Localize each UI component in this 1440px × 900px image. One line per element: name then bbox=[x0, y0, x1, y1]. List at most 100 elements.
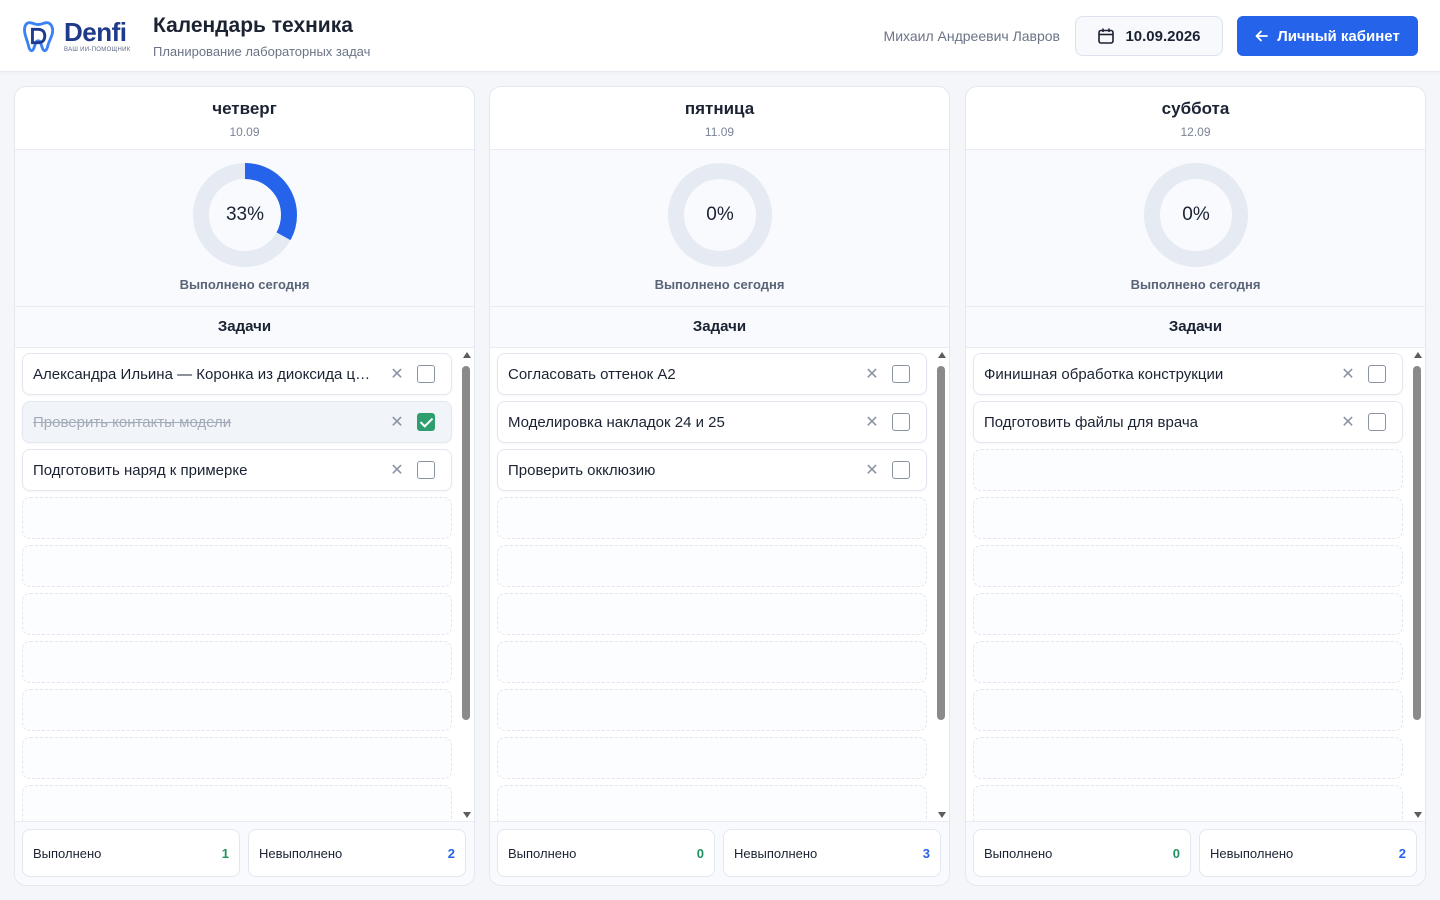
scrollbar-thumb[interactable] bbox=[1413, 366, 1421, 720]
day-name: суббота bbox=[1161, 99, 1230, 118]
empty-task-slot[interactable] bbox=[973, 689, 1403, 731]
not-done-count: 3 bbox=[922, 845, 930, 861]
task-checkbox[interactable] bbox=[1368, 365, 1386, 383]
task-item[interactable]: Согласовать оттенок A2 ✕ bbox=[497, 353, 927, 395]
close-icon[interactable]: ✕ bbox=[862, 412, 882, 432]
scrollbar-thumb[interactable] bbox=[937, 366, 945, 720]
task-item[interactable]: Финишная обработка конструкции ✕ bbox=[973, 353, 1403, 395]
stats-footer: Выполнено 0 Невыполнено 2 bbox=[966, 821, 1425, 885]
day-name: пятница bbox=[684, 99, 755, 118]
progress-percent: 33% bbox=[225, 204, 265, 225]
date-picker-button[interactable]: 10.09.2026 bbox=[1075, 16, 1223, 56]
close-icon[interactable]: ✕ bbox=[862, 460, 882, 480]
task-text[interactable]: Моделировка накладок 24 и 25 bbox=[508, 414, 862, 431]
task-item[interactable]: Моделировка накладок 24 и 25 ✕ bbox=[497, 401, 927, 443]
empty-task-slot[interactable] bbox=[973, 737, 1403, 779]
not-done-count: 2 bbox=[1398, 845, 1406, 861]
task-checkbox[interactable] bbox=[417, 461, 435, 479]
scrollbar[interactable] bbox=[461, 348, 473, 822]
task-text[interactable]: Подготовить файлы для врача bbox=[984, 414, 1338, 431]
close-icon[interactable]: ✕ bbox=[387, 460, 407, 480]
empty-task-slot[interactable] bbox=[22, 545, 452, 587]
day-header: четверг 10.09 bbox=[15, 87, 474, 150]
task-item[interactable]: Проверить окклюзию ✕ bbox=[497, 449, 927, 491]
empty-task-slot[interactable] bbox=[22, 689, 452, 731]
close-icon[interactable]: ✕ bbox=[387, 364, 407, 384]
task-list-container: Согласовать оттенок A2 ✕ Моделировка нак… bbox=[490, 348, 949, 822]
scroll-up-icon[interactable] bbox=[938, 352, 946, 358]
tasks-header: Задачи bbox=[15, 307, 474, 348]
done-count: 1 bbox=[221, 845, 229, 861]
day-header: суббота 12.09 bbox=[966, 87, 1425, 150]
empty-task-slot[interactable] bbox=[973, 593, 1403, 635]
task-list-container: Александра Ильина — Коронка из диоксида … bbox=[15, 348, 474, 822]
progress-ring: 33% bbox=[192, 162, 298, 268]
arrow-left-icon bbox=[1255, 30, 1269, 42]
empty-task-slot[interactable] bbox=[497, 545, 927, 587]
personal-cabinet-button[interactable]: Личный кабинет bbox=[1237, 16, 1418, 56]
done-today-label: Выполнено сегодня bbox=[1130, 277, 1261, 292]
logo[interactable]: Denfi ВАШ ИИ-ПОМОЩНИК bbox=[22, 16, 142, 56]
task-text[interactable]: Согласовать оттенок A2 bbox=[508, 366, 862, 383]
task-item[interactable]: Подготовить файлы для врача ✕ bbox=[973, 401, 1403, 443]
logo-tagline: ВАШ ИИ-ПОМОЩНИК bbox=[64, 47, 131, 53]
task-item[interactable]: Проверить контакты модели ✕ bbox=[22, 401, 452, 443]
personal-cabinet-label: Личный кабинет bbox=[1277, 27, 1400, 45]
empty-task-slot[interactable] bbox=[973, 785, 1403, 822]
close-icon[interactable]: ✕ bbox=[1338, 364, 1358, 384]
empty-task-slot[interactable] bbox=[497, 785, 927, 822]
empty-task-slot[interactable] bbox=[22, 785, 452, 822]
empty-task-slot[interactable] bbox=[973, 545, 1403, 587]
empty-task-slot[interactable] bbox=[497, 689, 927, 731]
scrollbar[interactable] bbox=[1412, 348, 1424, 822]
empty-task-slot[interactable] bbox=[497, 641, 927, 683]
user-name: Михаил Андреевич Лавров bbox=[883, 28, 1060, 44]
empty-task-slot[interactable] bbox=[22, 497, 452, 539]
scroll-up-icon[interactable] bbox=[463, 352, 471, 358]
task-checkbox[interactable] bbox=[1368, 413, 1386, 431]
empty-task-slot[interactable] bbox=[22, 737, 452, 779]
done-stat: Выполнено 1 bbox=[22, 829, 240, 877]
scroll-down-icon[interactable] bbox=[1414, 812, 1422, 818]
empty-task-slot[interactable] bbox=[497, 497, 927, 539]
task-text[interactable]: Финишная обработка конструкции bbox=[984, 366, 1338, 383]
task-checkbox[interactable] bbox=[892, 461, 910, 479]
empty-task-slot[interactable] bbox=[497, 737, 927, 779]
day-columns: четверг 10.09 33% Выполнено сегодня Зада… bbox=[14, 86, 1426, 886]
not-done-stat-label: Невыполнено bbox=[734, 845, 818, 861]
empty-task-slot[interactable] bbox=[973, 449, 1403, 491]
task-checkbox[interactable] bbox=[417, 413, 435, 431]
done-stat-label: Выполнено bbox=[984, 845, 1053, 861]
task-item[interactable]: Александра Ильина — Коронка из диоксида … bbox=[22, 353, 452, 395]
empty-task-slot[interactable] bbox=[22, 641, 452, 683]
task-checkbox[interactable] bbox=[417, 365, 435, 383]
task-text[interactable]: Проверить окклюзию bbox=[508, 462, 862, 479]
scroll-down-icon[interactable] bbox=[938, 812, 946, 818]
date-value: 10.09.2026 bbox=[1125, 27, 1201, 45]
empty-task-slot[interactable] bbox=[22, 593, 452, 635]
task-text[interactable]: Проверить контакты модели bbox=[33, 414, 387, 431]
task-list-container: Финишная обработка конструкции ✕ Подгото… bbox=[966, 348, 1425, 822]
empty-task-slot[interactable] bbox=[973, 497, 1403, 539]
not-done-stat-label: Невыполнено bbox=[259, 845, 343, 861]
progress-percent: 0% bbox=[1182, 204, 1210, 225]
scrollbar-thumb[interactable] bbox=[462, 366, 470, 720]
day-date: 10.09 bbox=[229, 125, 260, 139]
task-checkbox[interactable] bbox=[892, 365, 910, 383]
progress-ring: 0% bbox=[1143, 162, 1249, 268]
task-text[interactable]: Александра Ильина — Коронка из диоксида … bbox=[33, 366, 387, 383]
close-icon[interactable]: ✕ bbox=[862, 364, 882, 384]
progress-ring: 0% bbox=[667, 162, 773, 268]
close-icon[interactable]: ✕ bbox=[1338, 412, 1358, 432]
task-checkbox[interactable] bbox=[892, 413, 910, 431]
task-text[interactable]: Подготовить наряд к примерке bbox=[33, 462, 387, 479]
task-item[interactable]: Подготовить наряд к примерке ✕ bbox=[22, 449, 452, 491]
done-today-label: Выполнено сегодня bbox=[179, 277, 310, 292]
empty-task-slot[interactable] bbox=[497, 593, 927, 635]
close-icon[interactable]: ✕ bbox=[387, 412, 407, 432]
scroll-up-icon[interactable] bbox=[1414, 352, 1422, 358]
tooth-logo-icon bbox=[23, 21, 55, 53]
scrollbar[interactable] bbox=[936, 348, 948, 822]
scroll-down-icon[interactable] bbox=[463, 812, 471, 818]
empty-task-slot[interactable] bbox=[973, 641, 1403, 683]
